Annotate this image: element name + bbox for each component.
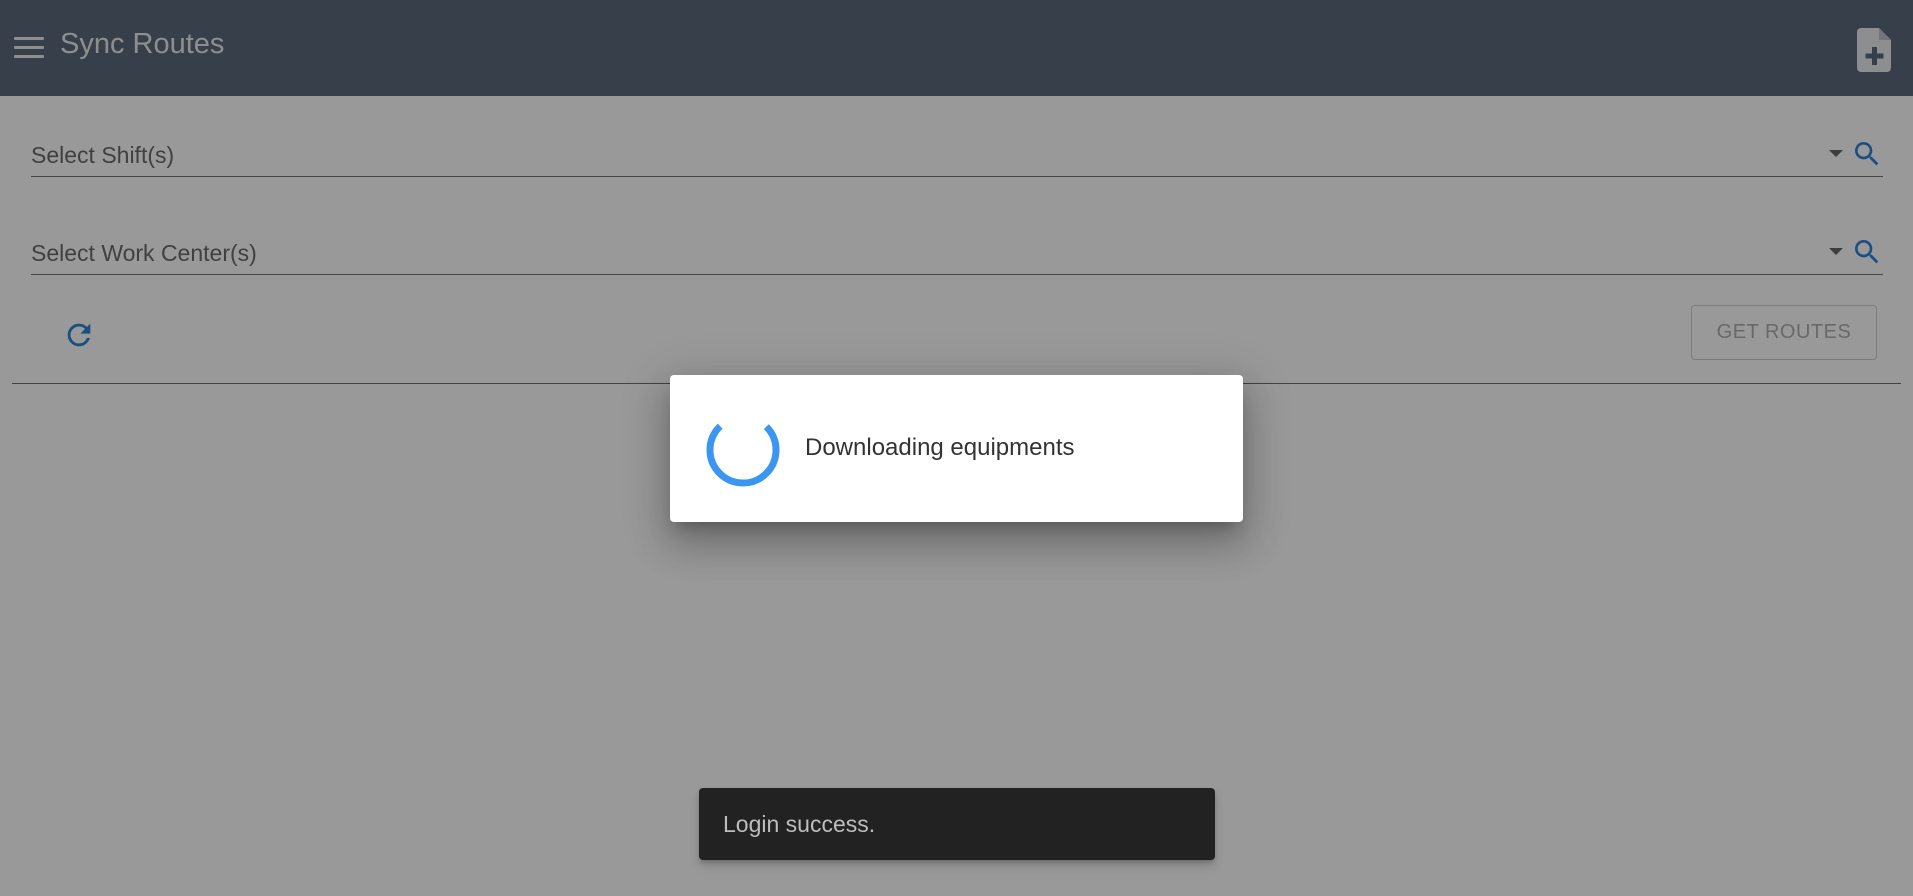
loading-message: Downloading equipments (805, 434, 1075, 461)
spinner-icon (706, 413, 780, 487)
snackbar-message: Login success. (723, 810, 876, 837)
loading-dialog: Downloading equipments (670, 375, 1243, 522)
snackbar: Login success. (699, 788, 1215, 860)
